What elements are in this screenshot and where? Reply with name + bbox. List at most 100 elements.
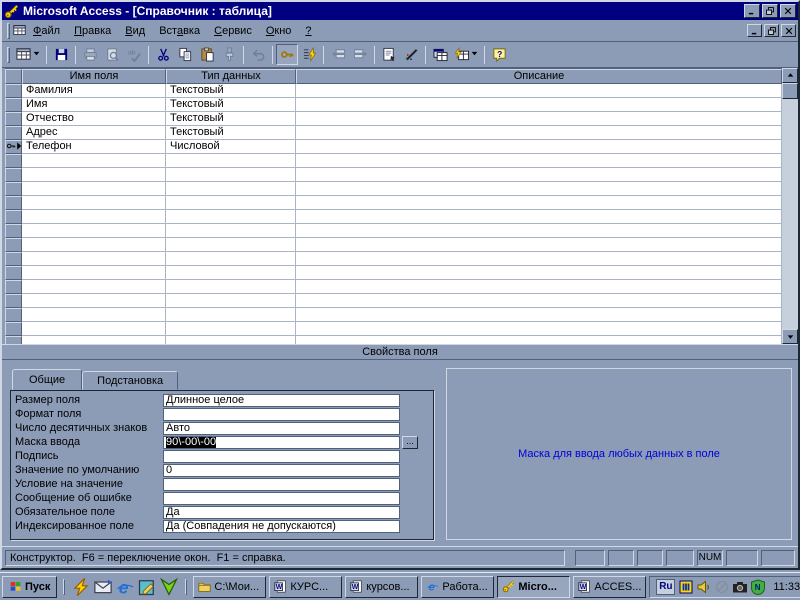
cell-description[interactable] — [296, 182, 782, 196]
cell-description[interactable] — [296, 294, 782, 308]
cell-data-type[interactable] — [166, 224, 296, 238]
toolbar-button-indexes[interactable] — [298, 44, 320, 65]
cell-field-name[interactable]: Отчество — [22, 112, 166, 126]
row-selector[interactable] — [5, 112, 22, 126]
child-restore-button[interactable] — [764, 24, 779, 37]
cell-data-type[interactable] — [166, 238, 296, 252]
grid-corner-selector[interactable] — [5, 69, 22, 84]
cell-data-type[interactable] — [166, 182, 296, 196]
cell-data-type[interactable] — [166, 210, 296, 224]
cell-description[interactable] — [296, 210, 782, 224]
property-value-input[interactable] — [163, 477, 400, 491]
cell-field-name[interactable]: Имя — [22, 98, 166, 112]
taskbar-button-CМои[interactable]: C:\Мои... — [193, 575, 267, 598]
cell-data-type[interactable] — [166, 280, 296, 294]
tray-speaker-icon[interactable] — [696, 579, 712, 595]
cell-data-type[interactable] — [166, 266, 296, 280]
cell-description[interactable] — [296, 322, 782, 336]
cell-field-name[interactable] — [22, 294, 166, 308]
toolbar-button-paste[interactable] — [196, 44, 218, 65]
minimize-button[interactable] — [744, 4, 760, 18]
cell-description[interactable] — [296, 252, 782, 266]
row-selector[interactable] — [5, 168, 22, 182]
cell-field-name[interactable] — [22, 322, 166, 336]
menu-item-Файл[interactable]: Файл — [26, 23, 67, 39]
tray-camera-icon[interactable] — [732, 579, 748, 595]
cell-description[interactable] — [296, 280, 782, 294]
child-close-button[interactable] — [781, 24, 796, 37]
language-indicator[interactable]: Ru — [656, 578, 676, 595]
toolbar-button-properties[interactable] — [378, 44, 400, 65]
row-selector[interactable] — [5, 84, 22, 98]
close-button[interactable] — [780, 4, 796, 18]
toolbar-button-save[interactable] — [50, 44, 72, 65]
property-value-input[interactable]: Да — [163, 505, 400, 519]
cell-description[interactable] — [296, 196, 782, 210]
cell-field-name[interactable]: Фамилия — [22, 84, 166, 98]
row-selector[interactable] — [5, 280, 22, 294]
cell-description[interactable] — [296, 84, 782, 98]
cell-data-type[interactable]: Текстовый — [166, 98, 296, 112]
quick-launch-editor-icon[interactable] — [137, 577, 157, 597]
row-selector[interactable] — [5, 154, 22, 168]
quick-launch-mail-icon[interactable] — [93, 577, 113, 597]
quick-launch-ie-icon[interactable]: e — [115, 577, 135, 597]
cell-field-name[interactable] — [22, 168, 166, 182]
row-selector[interactable] — [5, 224, 22, 238]
row-selector[interactable] — [5, 252, 22, 266]
menu-item-Окно[interactable]: Окно — [259, 23, 299, 39]
property-value-input[interactable] — [163, 491, 400, 505]
cell-field-name[interactable] — [22, 280, 166, 294]
cell-data-type[interactable] — [166, 252, 296, 266]
start-button[interactable]: Пуск — [2, 575, 58, 598]
row-selector[interactable] — [5, 322, 22, 336]
cell-description[interactable] — [296, 224, 782, 238]
cell-data-type[interactable]: Числовой — [166, 140, 296, 154]
row-selector[interactable] — [5, 98, 22, 112]
row-selector[interactable] — [5, 140, 22, 154]
cell-description[interactable] — [296, 308, 782, 322]
property-value-input[interactable]: Длинное целое — [163, 393, 400, 407]
child-minimize-button[interactable] — [747, 24, 762, 37]
cell-description[interactable] — [296, 336, 782, 344]
taskbar-button-Работа[interactable]: e Работа... — [421, 575, 495, 598]
property-value-input[interactable] — [163, 407, 400, 421]
menu-item-?[interactable]: ? — [298, 23, 318, 39]
row-selector[interactable] — [5, 238, 22, 252]
property-value-input[interactable] — [163, 449, 400, 463]
cell-description[interactable] — [296, 266, 782, 280]
row-selector[interactable] — [5, 196, 22, 210]
cell-field-name[interactable] — [22, 266, 166, 280]
cell-data-type[interactable]: Текстовый — [166, 84, 296, 98]
scrollbar-track[interactable] — [782, 99, 798, 329]
toolbar-grip[interactable] — [7, 46, 10, 63]
cell-data-type[interactable]: Текстовый — [166, 126, 296, 140]
property-value-input[interactable]: 0 — [163, 463, 400, 477]
taskbar-button-курсов[interactable]: Wкурсов... — [345, 575, 419, 598]
cell-description[interactable] — [296, 238, 782, 252]
cell-data-type[interactable] — [166, 322, 296, 336]
cell-description[interactable] — [296, 112, 782, 126]
menu-item-Правка[interactable]: Правка — [67, 23, 118, 39]
cell-data-type[interactable] — [166, 154, 296, 168]
taskbar-grip-1[interactable] — [63, 578, 66, 595]
quick-launch-download-v-icon[interactable] — [159, 577, 179, 597]
taskbar-button-Micro[interactable]: Micro... — [497, 575, 571, 598]
property-value-input[interactable]: Да (Совпадения не допускаются) — [163, 519, 400, 533]
cell-data-type[interactable] — [166, 294, 296, 308]
menu-item-Вставка[interactable]: Вставка — [152, 23, 207, 39]
cell-field-name[interactable] — [22, 336, 166, 344]
cell-field-name[interactable]: Телефон — [22, 140, 166, 154]
cell-field-name[interactable] — [22, 224, 166, 238]
taskbar-button-ACCES[interactable]: W ACCES... — [573, 575, 647, 598]
cell-field-name[interactable] — [22, 308, 166, 322]
cell-field-name[interactable] — [22, 182, 166, 196]
property-value-input[interactable]: 90\-00\-00 — [163, 435, 400, 449]
cell-field-name[interactable] — [22, 238, 166, 252]
tray-shield-icon[interactable]: N — [750, 578, 766, 595]
row-selector[interactable] — [5, 266, 22, 280]
toolbar-button-cut[interactable] — [152, 44, 174, 65]
toolbar-button-primary-key[interactable] — [276, 44, 298, 65]
cell-data-type[interactable] — [166, 196, 296, 210]
property-value-input[interactable]: Авто — [163, 421, 400, 435]
